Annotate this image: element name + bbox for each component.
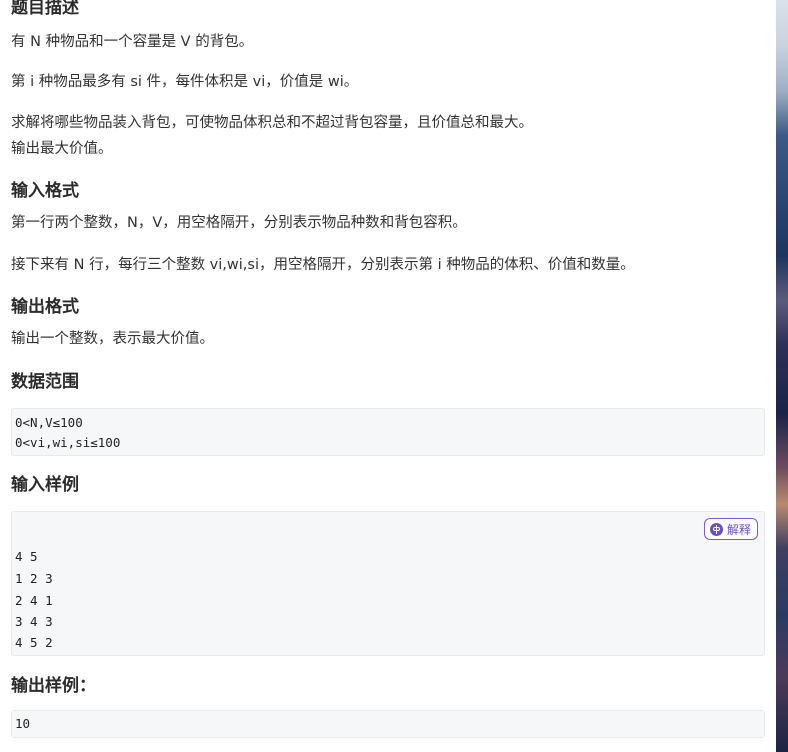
code-line: 4 5 2 [15,635,53,650]
code-line: 0<N,V≤100 [15,415,83,430]
background-artwork [776,0,788,752]
output-sample-heading: 输出样例： [11,676,96,696]
description-line-3: 求解将哪些物品装入背包，可使物品体积总和不超过背包容量，且价值总和最大。 [11,115,533,131]
description-line-2: 第 i 种物品最多有 si 件，每件体积是 vi，价值是 wi。 [11,74,359,90]
output-format-line-1: 输出一个整数，表示最大价值。 [11,331,214,347]
input-format-heading: 输入格式 [11,181,79,201]
code-line: 4 5 [15,549,38,564]
data-range-code-block: 0<N,V≤100 0<vi,wi,si≤100 [11,408,765,456]
code-line: 1 2 3 [15,571,53,586]
input-format-line-1: 第一行两个整数，N，V，用空格隔开，分别表示物品种数和背包容积。 [11,215,467,231]
code-line: 10 [15,716,31,731]
input-sample-heading: 输入样例 [11,475,79,495]
data-range-heading: 数据范围 [11,372,79,392]
description-heading: 题目描述 [11,0,79,18]
input-sample-code-block: 解释 4 5 1 2 3 2 4 1 3 4 3 4 5 2 [11,511,765,656]
description-line-4: 输出最大价值。 [11,141,113,157]
problem-statement: 题目描述 有 N 种物品和一个容量是 V 的背包。 第 i 种物品最多有 si … [11,0,766,752]
explain-button-label: 解释 [726,522,751,537]
code-line: 2 4 1 [15,593,53,608]
explain-button[interactable]: 解释 [703,518,758,540]
input-format-line-2: 接下来有 N 行，每行三个整数 vi,wi,si，用空格隔开，分别表示第 i 种… [11,257,635,273]
code-line: 3 4 3 [15,614,53,629]
output-sample-code-block: 10 [11,710,765,738]
code-line: 0<vi,wi,si≤100 [15,435,121,450]
brain-icon [709,522,723,536]
output-format-heading: 输出格式 [11,297,79,317]
description-line-1: 有 N 种物品和一个容量是 V 的背包。 [11,34,254,50]
